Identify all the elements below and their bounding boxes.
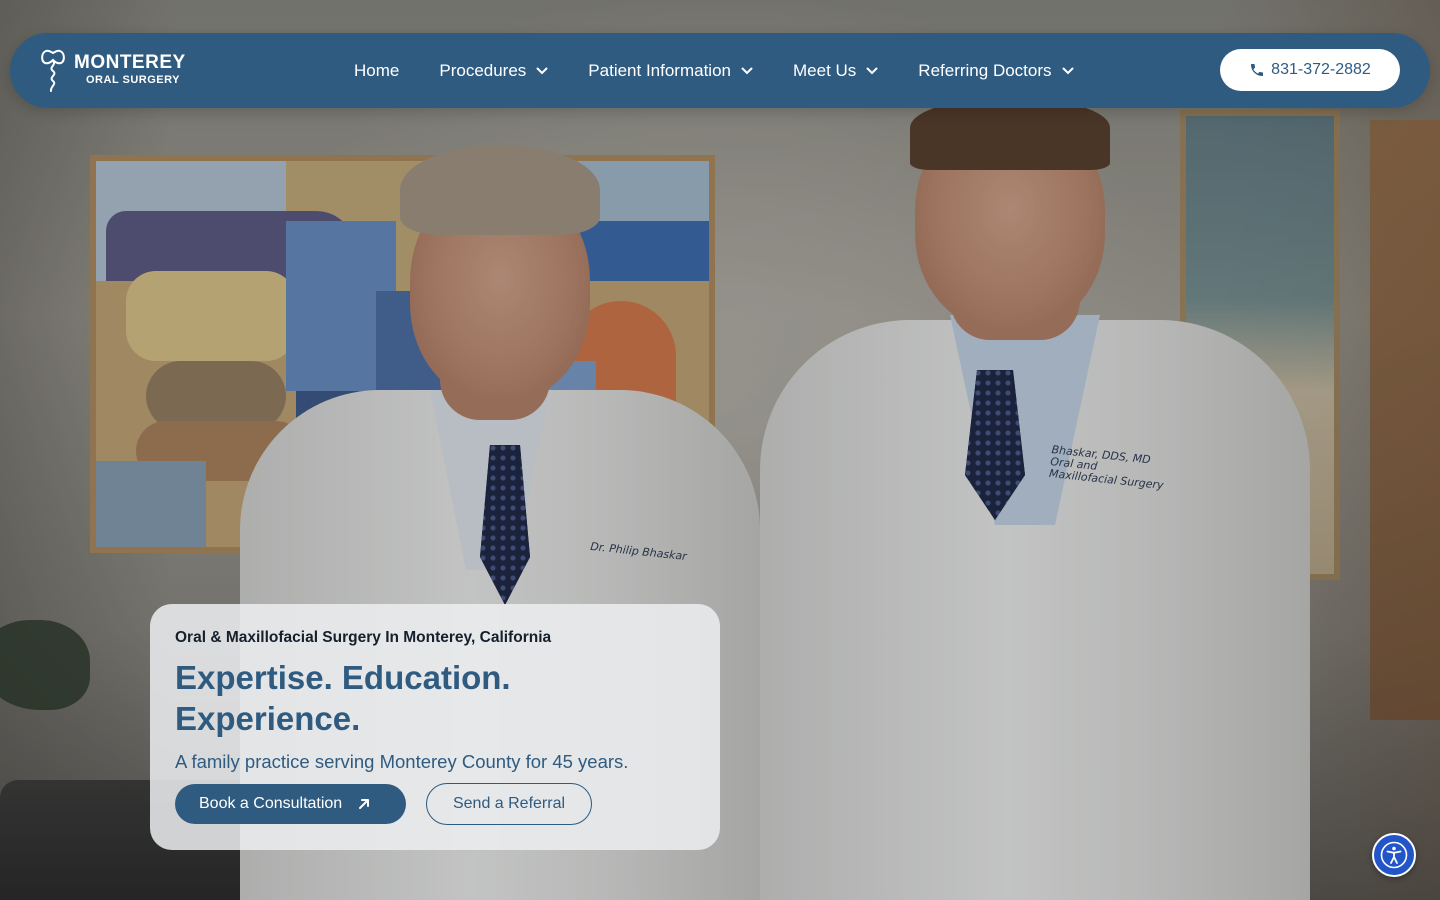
logo-subtitle: ORAL SURGERY [86,74,181,86]
phone-call-button[interactable]: 831-372-2882 [1220,49,1400,91]
hero-card: Oral & Maxillofacial Surgery In Monterey… [150,604,720,850]
nav-item-label: Procedures [439,60,527,80]
chevron-down-icon [1062,67,1074,74]
hero-cta-row: Book a Consultation Send a Referral [175,783,592,825]
nav-item-home[interactable]: Home [354,61,399,81]
book-consultation-label: Book a Consultation [199,795,343,812]
hero-eyebrow: Oral & Maxillofacial Surgery In Monterey… [175,629,552,646]
nav-item-meet-us[interactable]: Meet Us [793,61,878,81]
phone-number: 831-372-2882 [1271,61,1371,78]
hero-headline: Expertise. Education. Experience. [175,659,511,737]
nav-item-referring-doctors[interactable]: Referring Doctors [918,60,1074,81]
phone-icon [1251,64,1264,76]
nav-item-label: Home [354,60,400,80]
send-referral-button[interactable]: Send a Referral [426,783,592,825]
nav-item-procedures[interactable]: Procedures [439,61,548,81]
chevron-down-icon [866,67,878,74]
nav-item-label: Meet Us [793,60,857,80]
accessibility-button[interactable] [1372,833,1416,877]
nav-item-label: Referring Doctors [918,60,1052,80]
main-navbar: MONTEREY ORAL SURGERY Home Procedures Pa… [10,33,1430,108]
nav-item-patient-information[interactable]: Patient Information [588,61,753,81]
tooth-logo-icon [41,49,65,92]
nav-menu: Home Procedures Patient Information Meet… [354,33,1114,108]
accessibility-icon [1380,841,1408,869]
chevron-down-icon [741,67,753,74]
hero-subtext: A family practice serving Monterey Count… [175,751,629,772]
book-consultation-button[interactable]: Book a Consultation [175,784,406,824]
arrow-up-right-icon [359,799,370,809]
nav-item-label: Patient Information [588,60,731,80]
send-referral-label: Send a Referral [452,795,566,812]
logo-title: MONTEREY [74,52,186,73]
chevron-down-icon [536,67,548,74]
site-logo[interactable]: MONTEREY ORAL SURGERY [40,47,186,93]
